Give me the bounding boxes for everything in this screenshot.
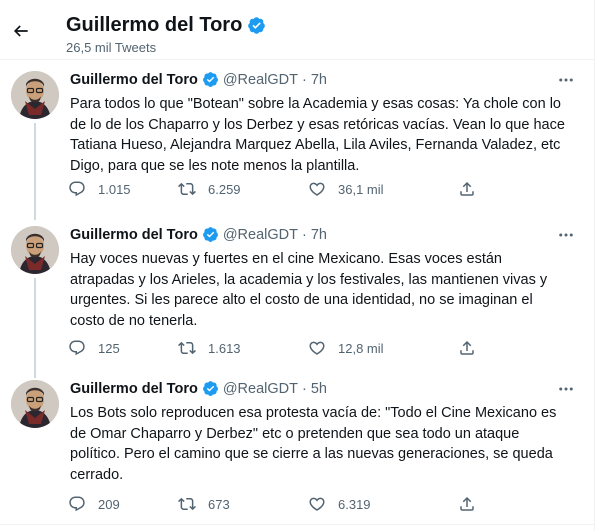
profile-name: Guillermo del Toro <box>66 14 243 36</box>
tweet-text: Los Bots solo reproducen esa protesta va… <box>70 405 557 483</box>
like-count: 6.319 <box>338 496 371 512</box>
tweet-time[interactable]: 7h <box>311 227 327 243</box>
tweet-actions: 1.015 6.259 36,1 mil <box>68 178 508 200</box>
tweet-actions: 209 673 6.319 <box>68 493 508 515</box>
more-dots-icon <box>559 233 573 237</box>
tweet[interactable]: Guillermo del Toro @RealGDT · 5h Los Bot… <box>0 368 595 525</box>
reply-count: 209 <box>98 496 120 512</box>
heart-icon <box>309 497 325 511</box>
tweet-time[interactable]: 5h <box>311 381 327 397</box>
more-dots-icon <box>559 78 573 82</box>
reply-icon <box>69 340 85 356</box>
avatar-image <box>11 71 59 119</box>
share-button[interactable] <box>458 495 488 513</box>
avatar[interactable] <box>11 380 59 428</box>
back-button[interactable] <box>8 18 34 44</box>
like-count: 12,8 mil <box>338 340 384 356</box>
reply-button[interactable]: 125 <box>68 339 178 357</box>
separator-dot: · <box>301 226 307 243</box>
share-button[interactable] <box>458 180 488 198</box>
like-button[interactable]: 6.319 <box>308 495 458 513</box>
retweet-icon <box>178 497 196 511</box>
reply-count: 1.015 <box>98 181 131 197</box>
retweet-icon <box>178 182 196 196</box>
verified-badge-icon <box>202 72 218 87</box>
thread-line <box>34 123 36 218</box>
tweet-time[interactable]: 7h <box>311 72 327 88</box>
avatar[interactable] <box>11 226 59 274</box>
heart-icon <box>309 182 325 196</box>
arrow-left-icon <box>13 25 28 37</box>
profile-header: Guillermo del Toro 26,5 mil Tweets <box>0 0 595 60</box>
thread-line <box>34 368 36 378</box>
share-icon <box>460 181 474 196</box>
like-button[interactable]: 12,8 mil <box>308 339 458 357</box>
profile-timeline: Guillermo del Toro 26,5 mil Tweets Guill… <box>0 0 595 531</box>
verified-badge-icon <box>248 17 266 34</box>
tweet-header: Guillermo del Toro @RealGDT · 7h <box>70 71 327 88</box>
share-button[interactable] <box>458 339 488 357</box>
tweet-count: 26,5 mil Tweets <box>66 40 157 55</box>
thread-line <box>34 212 36 220</box>
thread-line <box>34 278 36 370</box>
retweet-button[interactable]: 1.613 <box>178 339 308 357</box>
like-count: 36,1 mil <box>338 181 384 197</box>
more-dots-icon <box>559 387 573 391</box>
tweet-author-handle[interactable]: @RealGDT <box>223 227 298 243</box>
avatar-image <box>11 380 59 428</box>
reply-button[interactable]: 1.015 <box>68 180 178 198</box>
share-icon <box>460 496 474 511</box>
tweet-text: Hay voces nuevas y fuertes en el cine Me… <box>70 251 548 329</box>
tweet-text: Para todos lo que "Botean" sobre la Acad… <box>70 96 565 174</box>
retweet-button[interactable]: 6.259 <box>178 180 308 198</box>
separator-dot: · <box>301 71 307 88</box>
tweet-header: Guillermo del Toro @RealGDT · 5h <box>70 380 327 397</box>
tweet[interactable]: Guillermo del Toro @RealGDT · 7h Para to… <box>0 61 595 218</box>
tweet-actions: 125 1.613 12,8 mil <box>68 337 508 359</box>
separator-dot: · <box>301 380 307 397</box>
retweet-count: 673 <box>208 496 230 512</box>
tweet-author-name[interactable]: Guillermo del Toro <box>70 72 198 88</box>
tweet[interactable]: Guillermo del Toro @RealGDT · 7h Hay voc… <box>0 212 595 370</box>
share-icon <box>460 340 474 355</box>
more-button[interactable] <box>555 69 577 91</box>
avatar[interactable] <box>11 71 59 119</box>
reply-count: 125 <box>98 340 120 356</box>
retweet-icon <box>178 341 196 355</box>
reply-icon <box>69 181 85 197</box>
heart-icon <box>309 341 325 355</box>
avatar-image <box>11 226 59 274</box>
verified-badge-icon <box>202 381 218 396</box>
tweet-author-name[interactable]: Guillermo del Toro <box>70 227 198 243</box>
retweet-count: 6.259 <box>208 181 241 197</box>
verified-badge-icon <box>202 227 218 242</box>
profile-name-row: Guillermo del Toro <box>66 14 266 37</box>
tweet-author-handle[interactable]: @RealGDT <box>223 381 298 397</box>
retweet-count: 1.613 <box>208 340 241 356</box>
like-button[interactable]: 36,1 mil <box>308 180 458 198</box>
more-button[interactable] <box>555 224 577 246</box>
reply-icon <box>69 496 85 512</box>
retweet-button[interactable]: 673 <box>178 495 308 513</box>
tweet-header: Guillermo del Toro @RealGDT · 7h <box>70 226 327 243</box>
reply-button[interactable]: 209 <box>68 495 178 513</box>
tweet-author-name[interactable]: Guillermo del Toro <box>70 381 198 397</box>
more-button[interactable] <box>555 378 577 400</box>
tweet-author-handle[interactable]: @RealGDT <box>223 72 298 88</box>
